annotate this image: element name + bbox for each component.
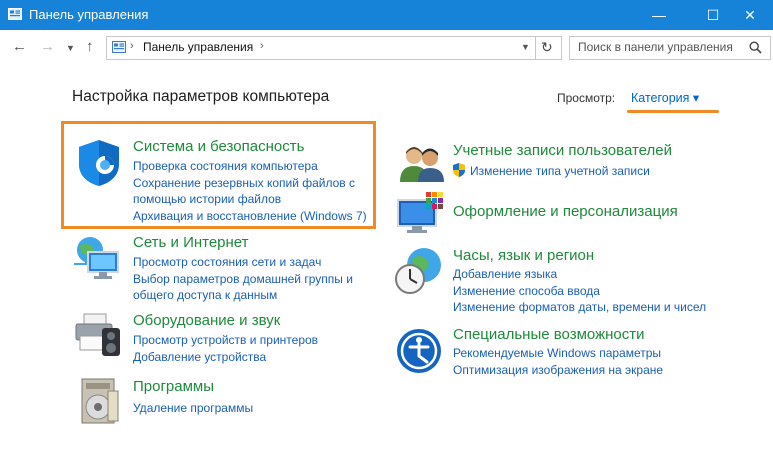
minimize-button[interactable]: — <box>636 0 682 30</box>
link-optimize-display[interactable]: Оптимизация изображения на экране <box>453 362 663 379</box>
category-links: Рекомендуемые Windows параметры Оптимиза… <box>453 345 663 378</box>
link-change-account-type-label[interactable]: Изменение типа учетной записи <box>470 164 650 178</box>
view-highlight-underline <box>627 110 719 113</box>
window-title: Панель управления <box>29 7 149 22</box>
uac-shield-icon <box>453 163 465 177</box>
category-links: Удаление программы <box>133 400 253 417</box>
category-links: Изменение типа учетной записи <box>453 163 650 180</box>
breadcrumb-chevron-icon[interactable]: › <box>130 40 134 52</box>
ease-of-access-icon[interactable] <box>396 328 442 374</box>
link-recommended-settings[interactable]: Рекомендуемые Windows параметры <box>453 345 663 362</box>
view-mode-select[interactable]: Категория ▾ <box>631 90 699 105</box>
category-title[interactable]: Оборудование и звук <box>133 312 280 329</box>
link-change-input-method[interactable]: Изменение способа ввода <box>453 283 706 300</box>
view-label: Просмотр: <box>557 91 616 105</box>
page-title: Настройка параметров компьютера <box>72 88 330 105</box>
up-arrow-icon[interactable]: ↑ <box>86 38 94 55</box>
forward-arrow-icon[interactable]: → <box>40 38 55 55</box>
category-links: Добавление языка Изменение способа ввода… <box>453 266 706 316</box>
category-links: Просмотр состояния сети и задач Выбор па… <box>133 254 353 304</box>
category-links: Просмотр устройств и принтеров Добавлени… <box>133 332 318 365</box>
link-network-status[interactable]: Просмотр состояния сети и задач <box>133 254 353 271</box>
link-add-device[interactable]: Добавление устройства <box>133 349 318 366</box>
close-button[interactable]: ✕ <box>727 0 773 30</box>
refresh-icon[interactable]: ↻ <box>541 39 553 56</box>
link-add-language[interactable]: Добавление языка <box>453 266 706 283</box>
category-title[interactable]: Учетные записи пользователей <box>453 142 672 159</box>
link-homegroup[interactable]: Выбор параметров домашней группы и <box>133 271 353 288</box>
category-title[interactable]: Специальные возможности <box>453 326 645 343</box>
clock-globe-icon[interactable] <box>394 245 444 297</box>
programs-disc-icon[interactable] <box>78 377 122 425</box>
address-bar[interactable]: › Панель управления › ▼ ↻ <box>106 36 562 60</box>
navigation-bar: ← → ▼ ↑ › Панель управления › ▼ ↻ <box>0 30 773 66</box>
category-title[interactable]: Программы <box>133 378 214 395</box>
personalization-icon[interactable] <box>396 190 446 236</box>
link-homegroup-cont[interactable]: общего доступа к данным <box>133 287 353 304</box>
recent-locations-chevron-icon[interactable]: ▼ <box>66 43 75 53</box>
search-input[interactable] <box>570 37 748 57</box>
search-box[interactable] <box>569 36 771 60</box>
address-divider <box>535 37 536 59</box>
printer-icon[interactable] <box>72 312 124 358</box>
category-title[interactable]: Сеть и Интернет <box>133 234 249 251</box>
back-arrow-icon[interactable]: ← <box>12 38 27 55</box>
control-panel-icon <box>112 41 126 53</box>
title-bar: Панель управления — ☐ ✕ <box>0 0 773 30</box>
link-uninstall-program[interactable]: Удаление программы <box>133 400 253 417</box>
selection-highlight-box <box>61 121 376 229</box>
search-icon[interactable] <box>749 41 762 54</box>
category-title[interactable]: Оформление и персонализация <box>453 203 678 220</box>
link-devices-printers[interactable]: Просмотр устройств и принтеров <box>133 332 318 349</box>
category-title[interactable]: Часы, язык и регион <box>453 247 594 264</box>
control-panel-icon <box>8 8 22 20</box>
link-change-account-type[interactable]: Изменение типа учетной записи <box>453 163 650 180</box>
network-globe-icon[interactable] <box>72 234 124 282</box>
users-icon[interactable] <box>398 144 446 184</box>
breadcrumb-chevron-icon[interactable]: › <box>260 40 264 52</box>
breadcrumb[interactable]: Панель управления <box>143 40 253 54</box>
link-change-formats[interactable]: Изменение форматов даты, времени и чисел <box>453 299 706 316</box>
address-dropdown-icon[interactable]: ▼ <box>521 42 530 52</box>
